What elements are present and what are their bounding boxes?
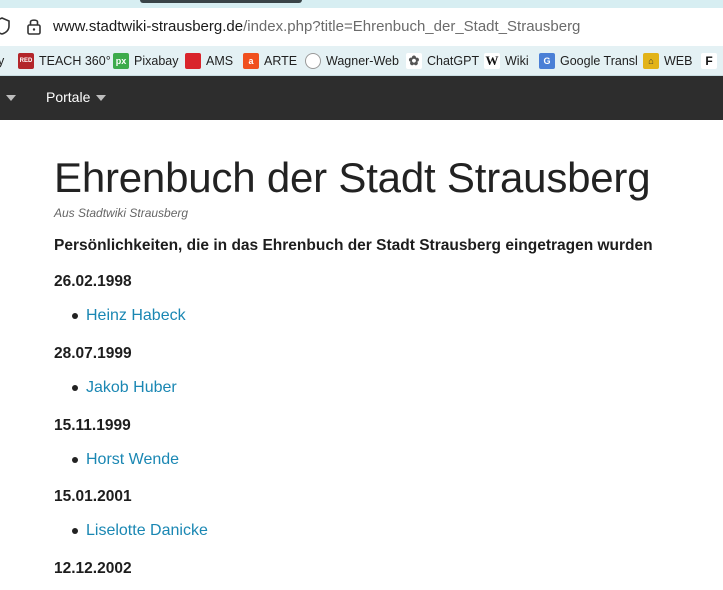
bookmarks-bar: y RED TEACH 360° px Pixabay AMS a ARTE Wagn… xyxy=(0,46,723,76)
url-text[interactable]: www.stadtwiki-strausberg.de/index.php?ti… xyxy=(53,18,580,35)
pixabay-icon: px xyxy=(113,53,129,69)
bookmark-y[interactable]: y xyxy=(0,51,4,71)
bookmark-label: y xyxy=(0,54,5,68)
list-item: Liselotte Danicke xyxy=(72,522,208,540)
entry-date: 15.11.1999 xyxy=(54,417,131,434)
bookmark-label: Pixabay xyxy=(134,54,179,68)
ams-icon xyxy=(185,53,201,69)
active-tab[interactable] xyxy=(140,0,302,3)
nav-portale[interactable]: Portale xyxy=(46,89,90,105)
bookmark-label: ChatGPT xyxy=(427,54,480,68)
person-link[interactable]: Jakob Huber xyxy=(86,379,177,397)
bookmark-label: AMS xyxy=(206,54,234,68)
bookmark-label: Wiki xyxy=(505,54,529,68)
bullet-icon xyxy=(72,528,78,534)
teach360-icon: RED xyxy=(18,53,34,69)
person-link[interactable]: Horst Wende xyxy=(86,451,179,469)
chevron-down-icon[interactable] xyxy=(6,95,16,101)
google-translate-icon: G xyxy=(539,53,555,69)
site-navbar: Portale xyxy=(0,76,723,120)
bookmark-label: ARTE xyxy=(264,54,298,68)
wikipedia-icon: W xyxy=(484,53,500,69)
entry-date: 15.01.2001 xyxy=(54,488,132,505)
bookmark-wagner-web[interactable]: Wagner-Web xyxy=(305,51,399,71)
bookmark-label: Wagner-Web xyxy=(326,54,399,68)
bookmark-chatgpt[interactable]: ✿ ChatGPT xyxy=(406,51,479,71)
bookmark-label: Google Transl xyxy=(560,54,638,68)
list-item: Jakob Huber xyxy=(72,379,177,397)
page-subtitle: Aus Stadtwiki Strausberg xyxy=(54,206,189,220)
url-domain: www.stadtwiki-strausberg.de xyxy=(53,18,244,35)
bookmark-f[interactable]: FF xyxy=(701,51,723,71)
bookmark-arte[interactable]: a ARTE xyxy=(243,51,297,71)
bookmark-ams[interactable]: AMS xyxy=(185,51,233,71)
museum-icon: ⌂ xyxy=(643,53,659,69)
bookmark-label: TEACH 360° xyxy=(39,54,111,68)
bullet-icon xyxy=(72,313,78,319)
tab-strip xyxy=(0,0,723,8)
bullet-icon xyxy=(72,457,78,463)
section-heading: Persönlichkeiten, die in das Ehrenbuch d… xyxy=(54,237,653,254)
bookmark-teach360[interactable]: RED TEACH 360° xyxy=(18,51,111,71)
entry-date: 28.07.1999 xyxy=(54,345,132,362)
bookmark-google-translate[interactable]: G Google Transl xyxy=(539,51,638,71)
bookmark-web[interactable]: ⌂ WEB xyxy=(643,51,692,71)
bookmark-pixabay[interactable]: px Pixabay xyxy=(113,51,178,71)
chevron-down-icon[interactable] xyxy=(96,95,106,101)
bookmark-label: WEB xyxy=(664,54,693,68)
f-icon: F xyxy=(701,53,717,69)
url-path: /index.php?title=Ehrenbuch_der_Stadt_Str… xyxy=(243,18,581,35)
list-item: Horst Wende xyxy=(72,451,179,469)
list-item: Heinz Habeck xyxy=(72,307,186,325)
person-link[interactable]: Liselotte Danicke xyxy=(86,522,208,540)
wagner-web-icon xyxy=(305,53,321,69)
address-bar[interactable]: www.stadtwiki-strausberg.de/index.php?ti… xyxy=(0,8,723,46)
arte-icon: a xyxy=(243,53,259,69)
person-link[interactable]: Heinz Habeck xyxy=(86,307,186,325)
entry-date: 12.12.2002 xyxy=(54,560,132,577)
page-title: Ehrenbuch der Stadt Strausberg xyxy=(54,154,651,201)
lock-icon[interactable] xyxy=(25,16,43,36)
entry-date: 26.02.1998 xyxy=(54,273,132,290)
chatgpt-icon: ✿ xyxy=(406,53,422,69)
bullet-icon xyxy=(72,385,78,391)
bookmark-wiki[interactable]: W Wiki xyxy=(484,51,529,71)
shield-icon[interactable] xyxy=(0,17,10,35)
